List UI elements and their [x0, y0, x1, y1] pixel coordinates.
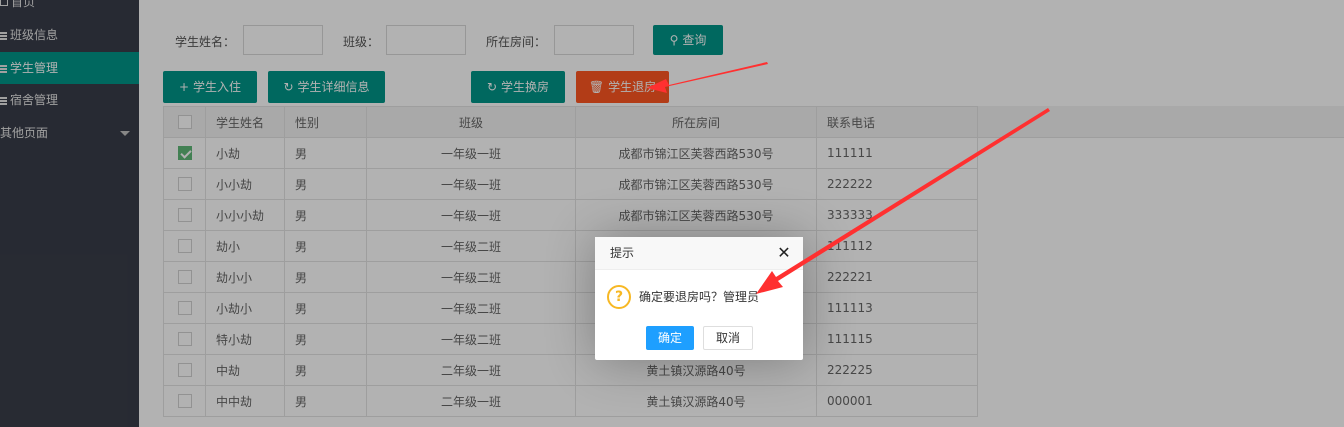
cancel-button[interactable]: 取消 — [703, 326, 753, 350]
close-icon[interactable]: ✕ — [777, 245, 791, 261]
question-icon: ? — [607, 285, 631, 309]
dialog-title: 提示 — [595, 237, 803, 270]
confirm-button[interactable]: 确定 — [646, 326, 694, 350]
confirm-dialog: 提示 ✕ ? 确定要退房吗？管理员 确定 取消 — [595, 237, 803, 360]
modal-overlay[interactable] — [0, 0, 1344, 427]
dialog-message: 确定要退房吗？管理员 — [639, 290, 760, 304]
